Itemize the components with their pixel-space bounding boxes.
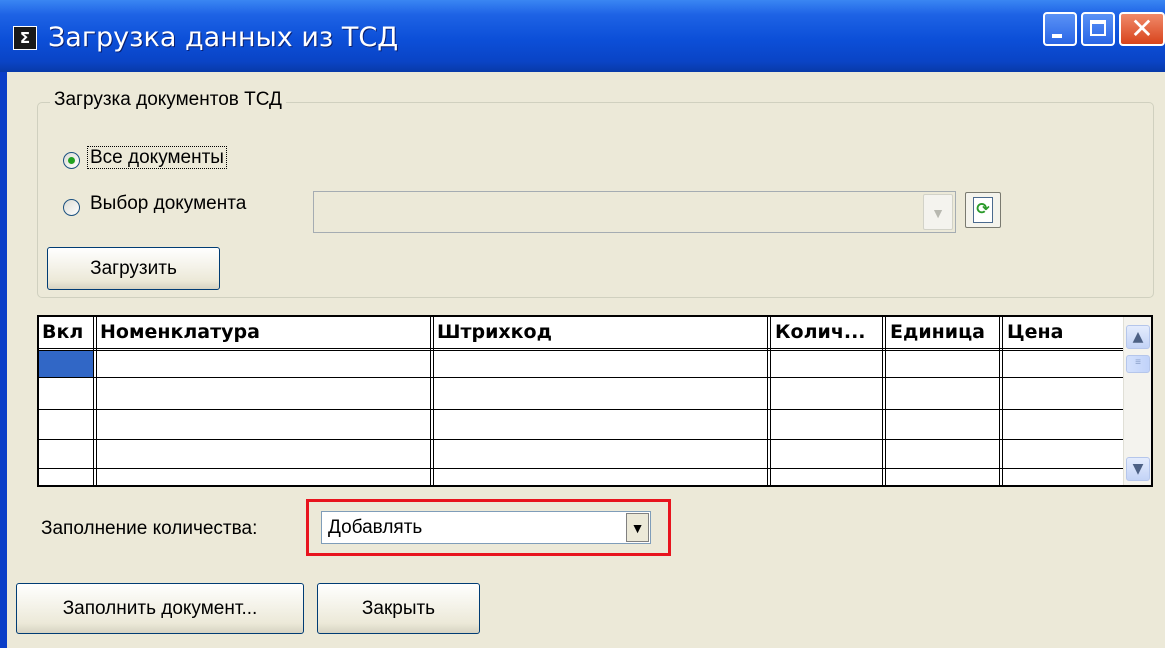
chevron-down-icon: ▼	[923, 194, 953, 230]
minimize-button[interactable]	[1043, 12, 1077, 46]
refresh-icon: ⟳	[973, 197, 993, 223]
maximize-icon	[1090, 20, 1106, 36]
radio-all-documents[interactable]	[63, 152, 80, 169]
close-icon: ✕	[1130, 12, 1154, 45]
close-window-button[interactable]: ✕	[1119, 12, 1165, 46]
fill-document-button[interactable]: Заполнить документ...	[16, 583, 304, 634]
column-header-barcode[interactable]: Штрихкод	[434, 317, 764, 348]
table-header: Вкл Номенклатура Штрихкод Колич... Едини…	[39, 317, 1123, 351]
quantity-fill-combo[interactable]: Добавлять ▼	[321, 511, 651, 544]
column-header-unit[interactable]: Единица	[887, 317, 997, 348]
column-divider	[882, 317, 886, 485]
sigma-app-icon: Σ	[13, 26, 37, 50]
column-header-price[interactable]: Цена	[1004, 317, 1122, 348]
dialog-window: Σ Загрузка данных из ТСД ✕ Загрузка доку…	[0, 0, 1165, 648]
radio-select-document-label[interactable]: Выбор документа	[90, 193, 246, 215]
dialog-client-area: Загрузка документов ТСД Все документы Вы…	[7, 72, 1165, 648]
refresh-button[interactable]: ⟳	[965, 192, 1001, 228]
table-vertical-scrollbar[interactable]: ▲ ≡ ▼	[1123, 317, 1151, 485]
load-button[interactable]: Загрузить	[47, 247, 220, 290]
document-combo: ▼	[313, 191, 956, 233]
column-header-quantity[interactable]: Колич...	[772, 317, 880, 348]
column-divider	[93, 317, 97, 485]
title-bar[interactable]: Σ Загрузка данных из ТСД ✕	[0, 0, 1165, 72]
table-row-line	[39, 409, 1123, 410]
items-table[interactable]: Вкл Номенклатура Штрихкод Колич... Едини…	[37, 315, 1153, 487]
table-row-line	[39, 439, 1123, 440]
minimize-icon	[1052, 34, 1062, 38]
scroll-thumb[interactable]: ≡	[1126, 355, 1150, 373]
chevron-down-icon[interactable]: ▼	[626, 513, 649, 542]
table-row-line	[39, 377, 1123, 378]
window-title: Загрузка данных из ТСД	[48, 22, 399, 53]
selected-cell[interactable]	[39, 351, 93, 377]
radio-all-documents-label[interactable]: Все документы	[87, 146, 227, 169]
table-row-line	[39, 468, 1123, 469]
column-header-nomenclature[interactable]: Номенклатура	[97, 317, 427, 348]
quantity-fill-label: Заполнение количества:	[41, 518, 258, 539]
maximize-button[interactable]	[1081, 12, 1115, 46]
quantity-fill-value: Добавлять	[328, 517, 423, 538]
close-button[interactable]: Закрыть	[317, 583, 480, 634]
column-divider	[999, 317, 1003, 485]
scroll-up-icon[interactable]: ▲	[1126, 325, 1150, 349]
column-divider	[430, 317, 434, 485]
column-divider	[767, 317, 771, 485]
column-header-enabled[interactable]: Вкл	[39, 317, 93, 348]
radio-selected-dot	[68, 157, 75, 164]
group-legend: Загрузка документов ТСД	[50, 89, 286, 111]
scroll-down-icon[interactable]: ▼	[1126, 457, 1150, 481]
radio-select-document[interactable]	[63, 199, 80, 216]
